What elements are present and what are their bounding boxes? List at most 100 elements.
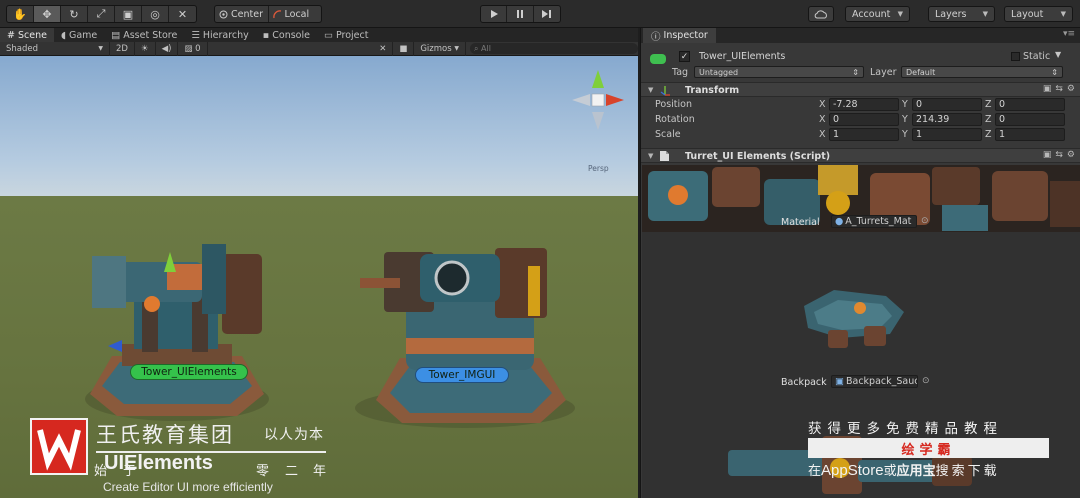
scene-search-input[interactable]: ⌕ All [470, 43, 638, 54]
layers-dropdown[interactable]: Layers ▼ [928, 6, 995, 22]
transform-header[interactable]: ▼ Transform ▣ ⇆ ⚙ [641, 82, 1080, 97]
rect-tool-button[interactable]: ▣ [115, 6, 142, 22]
camera-icon: ■ [399, 43, 408, 54]
pivot-toggle-group: Center Local [214, 5, 322, 23]
backpack-preview-area: Backpack ▣ Backpack_Sauc ⊙ [642, 232, 1080, 498]
move-tool-button[interactable]: ✥ [34, 6, 61, 22]
scale-z-field[interactable]: 1 [995, 128, 1065, 141]
cloud-button[interactable] [808, 6, 834, 22]
rotation-z-label[interactable]: Z [985, 114, 992, 125]
gizmos-dropdown[interactable]: Gizmos ▼ [414, 41, 466, 56]
tab-scene[interactable]: # Scene [0, 28, 54, 42]
script-component-header[interactable]: ▼ Turret_UI Elements (Script) ▣ ⇆ ⚙ [641, 148, 1080, 163]
custom-tool-button[interactable]: ✕ [169, 6, 196, 22]
gear-icon[interactable]: ⚙ [1067, 84, 1075, 94]
material-object-field[interactable]: ● A_Turrets_Mat [831, 215, 917, 228]
scale-x-field[interactable]: 1 [829, 128, 899, 141]
scale-label: Scale [655, 129, 681, 140]
static-checkbox[interactable] [1011, 52, 1020, 61]
static-label: Static [1023, 51, 1051, 62]
rotation-z-field[interactable]: 0 [995, 113, 1065, 126]
layout-dropdown[interactable]: Layout ▼ [1004, 6, 1073, 22]
scale-z-label[interactable]: Z [985, 129, 992, 140]
tab-hierarchy[interactable]: ☰ Hierarchy [184, 28, 255, 42]
preset-icon[interactable]: ⇆ [1055, 84, 1063, 94]
shading-mode-dropdown[interactable]: Shaded ▼ [0, 41, 110, 56]
scale-y-field[interactable]: 1 [912, 128, 982, 141]
material-label: Material [781, 217, 820, 228]
chevron-updown-icon: ⇕ [852, 67, 859, 77]
step-icon [542, 10, 552, 18]
tab-inspector[interactable]: ⓘ Inspector [643, 28, 716, 43]
tower-uielements-label[interactable]: Tower_UIElements [130, 364, 248, 380]
scale-y-label[interactable]: Y [902, 129, 908, 140]
foldout-arrow-icon[interactable]: ▼ [648, 152, 653, 160]
gear-icon[interactable]: ⚙ [1067, 150, 1075, 160]
pivot-center-label: Center [231, 8, 263, 20]
lighting-toggle[interactable]: ☀ [135, 41, 156, 56]
book-help-icon[interactable]: ▣ [1043, 84, 1052, 94]
tag-dropdown[interactable]: Untagged ⇕ [694, 66, 864, 78]
preset-icon[interactable]: ⇆ [1055, 150, 1063, 160]
object-picker-icon[interactable]: ⊙ [922, 376, 930, 386]
transform-tool-button[interactable]: ◎ [142, 6, 169, 22]
position-x-label[interactable]: X [819, 99, 826, 110]
tab-console[interactable]: ▪ Console [256, 28, 317, 42]
play-icon [490, 10, 498, 18]
position-z-field[interactable]: 0 [995, 98, 1065, 111]
tower-uielements-model[interactable] [72, 194, 282, 429]
panel-menu-icon[interactable]: ▾≡ [1063, 29, 1075, 39]
scale-tool-button[interactable]: ⤢ [88, 6, 115, 22]
play-button[interactable] [481, 6, 508, 22]
tab-project[interactable]: ▭ Project [317, 28, 376, 42]
rotate-tool-button[interactable]: ↻ [61, 6, 88, 22]
active-checkbox[interactable]: ✓ [679, 51, 690, 62]
chevron-updown-icon: ⇕ [1051, 67, 1058, 77]
position-z-label[interactable]: Z [985, 99, 992, 110]
video-title: UIElements [104, 452, 213, 474]
tab-game[interactable]: ◖ Game [54, 28, 104, 42]
scale-x-label[interactable]: X [819, 129, 826, 140]
object-picker-icon[interactable]: ⊙ [921, 216, 929, 226]
scene-icon: # [7, 29, 15, 41]
account-dropdown[interactable]: Account ▼ [845, 6, 910, 22]
tab-scene-label: Scene [17, 29, 47, 41]
tower-imgui-model[interactable] [340, 218, 590, 433]
object-name-field[interactable]: Tower_UIElements [695, 50, 1003, 63]
pause-button[interactable] [507, 6, 534, 22]
pivot-center-icon [219, 10, 228, 18]
scene-tools-button[interactable]: ✕ [373, 41, 394, 56]
hierarchy-icon: ☰ [191, 29, 200, 41]
rotation-y-field[interactable]: 214.39 [912, 113, 982, 126]
rotation-x-field[interactable]: 0 [829, 113, 899, 126]
tower-imgui-label[interactable]: Tower_IMGUI [415, 367, 509, 383]
mode-2d-toggle[interactable]: 2D [110, 41, 135, 56]
layer-dropdown[interactable]: Default ⇕ [901, 66, 1063, 78]
audio-toggle[interactable]: ◀) [156, 41, 179, 56]
chevron-down-icon: ▼ [454, 45, 459, 52]
position-y-label[interactable]: Y [902, 99, 908, 110]
backpack-value: Backpack_Sauc [845, 376, 918, 387]
projection-label: Persp [588, 164, 609, 173]
scene-orientation-gizmo[interactable] [568, 66, 628, 138]
scale-z-value: 1 [999, 129, 1006, 140]
position-x-field[interactable]: -7.28 [829, 98, 899, 111]
pivot-local-button[interactable]: Local [269, 6, 322, 22]
camera-button[interactable]: ■ [393, 41, 415, 56]
tab-asset-store[interactable]: ▤ Asset Store [104, 28, 184, 42]
rotation-y-label[interactable]: Y [902, 114, 908, 125]
account-label: Account [852, 8, 891, 20]
info-icon: ⓘ [651, 31, 661, 43]
pivot-center-button[interactable]: Center [215, 6, 269, 22]
foldout-arrow-icon[interactable]: ▼ [648, 86, 653, 94]
hand-tool-button[interactable]: ✋ [7, 6, 34, 22]
layer-label: Layer [870, 67, 897, 78]
position-y-field[interactable]: 0 [912, 98, 982, 111]
step-button[interactable] [534, 6, 560, 22]
backpack-object-field[interactable]: ▣ Backpack_Sauc [831, 375, 918, 388]
rotation-x-label[interactable]: X [819, 114, 826, 125]
chevron-down-icon[interactable]: ▼ [1055, 50, 1061, 59]
transform-header-icons: ▣ ⇆ ⚙ [1043, 84, 1075, 94]
effects-dropdown[interactable]: ▨ 0 [178, 41, 208, 56]
book-help-icon[interactable]: ▣ [1043, 150, 1052, 160]
